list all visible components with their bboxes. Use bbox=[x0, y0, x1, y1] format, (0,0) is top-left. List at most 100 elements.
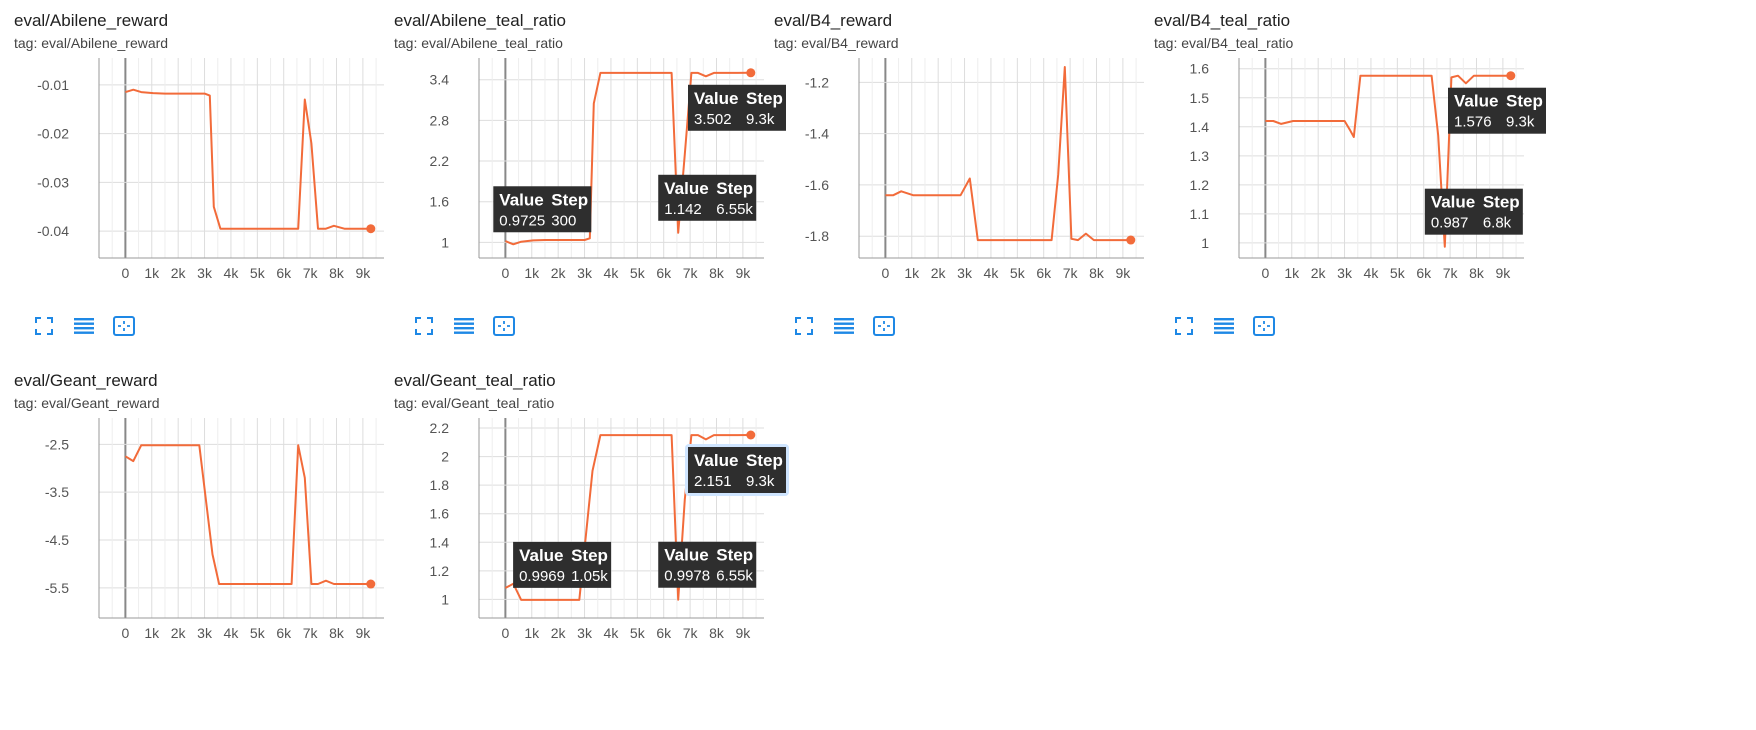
x-tick-label: 1k bbox=[524, 625, 540, 641]
data-table-button[interactable] bbox=[444, 314, 484, 342]
x-tick-label: 1k bbox=[144, 265, 160, 281]
y-tick-label: 1.4 bbox=[430, 534, 450, 550]
y-tick-label: 1 bbox=[441, 234, 449, 250]
data-table-button[interactable] bbox=[1204, 314, 1244, 342]
expand-button[interactable] bbox=[24, 314, 64, 342]
value-tooltip: Value Step 0.9969 1.05k bbox=[513, 541, 612, 588]
series-line bbox=[124, 444, 371, 585]
line-chart[interactable]: 0 1k 2k 3k 4k 5k 6k 7k 8k 9k -0.01 -0.02 -0.03 -0.04 bbox=[14, 0, 414, 310]
y-tick-label: -0.01 bbox=[37, 77, 69, 93]
tooltip-step-header: Step bbox=[1483, 193, 1520, 212]
line-chart[interactable]: 0 1k 2k 3k 4k 5k 6k 7k 8k 9k 1 1.6 2.2 2.8 3.4 Value Ste… bbox=[394, 0, 794, 310]
tooltip-step-header: Step bbox=[716, 179, 753, 198]
y-tick-label: 1.4 bbox=[1190, 119, 1210, 135]
x-tick-label: 1k bbox=[524, 265, 540, 281]
x-tick-label: 6k bbox=[1416, 265, 1432, 281]
fit-domain-button[interactable] bbox=[104, 314, 144, 342]
x-tick-label: 9k bbox=[1495, 265, 1511, 281]
fit-domain-icon bbox=[112, 315, 136, 342]
x-tick-label: 9k bbox=[735, 265, 751, 281]
x-tick-label: 1k bbox=[144, 625, 160, 641]
x-tick-label: 4k bbox=[604, 265, 620, 281]
x-tick-label: 3k bbox=[577, 265, 593, 281]
y-tick-label: 1.6 bbox=[430, 194, 450, 210]
x-tick-label: 5k bbox=[630, 265, 646, 281]
card-toolbar bbox=[24, 314, 144, 342]
last-point-marker[interactable] bbox=[1506, 71, 1516, 81]
y-tick-label: -0.04 bbox=[37, 223, 69, 239]
value-tooltip: Value Step 1.142 6.55k bbox=[658, 174, 757, 221]
expand-icon bbox=[414, 316, 434, 341]
tooltip-value-header: Value bbox=[1431, 193, 1475, 212]
x-tick-label: 2k bbox=[1311, 265, 1327, 281]
tooltip-step-header: Step bbox=[571, 546, 608, 565]
expand-button[interactable] bbox=[404, 314, 444, 342]
line-chart[interactable]: 0 1k 2k 3k 4k 5k 6k 7k 8k 9k -1.2 -1.4 -1.6 -1.8 bbox=[774, 0, 1174, 310]
series-line bbox=[125, 88, 371, 230]
fit-domain-button[interactable] bbox=[864, 314, 904, 342]
tooltip-step: 9.3k bbox=[1506, 114, 1535, 131]
tooltip-step-header: Step bbox=[551, 190, 588, 209]
y-tick-label: -0.03 bbox=[37, 174, 69, 190]
x-tick-label: 3k bbox=[577, 625, 593, 641]
x-tick-label: 6k bbox=[276, 265, 292, 281]
x-tick-label: 9k bbox=[355, 265, 371, 281]
last-point-marker[interactable] bbox=[366, 224, 376, 234]
tooltip-value: 0.9978 bbox=[664, 568, 710, 585]
tooltip-value: 3.502 bbox=[694, 111, 732, 128]
x-tick-label: 9k bbox=[355, 625, 371, 641]
scalar-card: eval/Geant_reward tag: eval/Geant_reward… bbox=[14, 360, 414, 730]
data-table-button[interactable] bbox=[824, 314, 864, 342]
last-point-marker[interactable] bbox=[1126, 235, 1136, 245]
tooltip-value-header: Value bbox=[664, 546, 708, 565]
tooltip-value-header: Value bbox=[519, 546, 563, 565]
y-tick-label: 1.6 bbox=[430, 506, 450, 522]
value-tooltip: Value Step3.502 9.3k bbox=[688, 84, 786, 131]
expand-icon bbox=[34, 316, 54, 341]
y-tick-label: 3.4 bbox=[430, 72, 450, 88]
tooltip-value: 1.142 bbox=[664, 201, 702, 218]
x-tick-label: 0 bbox=[881, 265, 889, 281]
x-tick-label: 9k bbox=[735, 625, 751, 641]
x-tick-label: 8k bbox=[329, 265, 345, 281]
line-chart[interactable]: 0 1k 2k 3k 4k 5k 6k 7k 8k 9k 1 1.1 1.2 1.3 1.4 1.5 1.6 Va… bbox=[1154, 0, 1554, 310]
tooltip-value-header: Value bbox=[1454, 92, 1498, 111]
line-chart[interactable]: 0 1k 2k 3k 4k 5k 6k 7k 8k 9k 1 1.2 1.4 1.6 1.8 2 2.2 Valu… bbox=[394, 360, 794, 670]
fit-domain-button[interactable] bbox=[484, 314, 524, 342]
y-tick-label: 1.2 bbox=[1190, 177, 1210, 193]
last-point-marker[interactable] bbox=[746, 430, 756, 440]
scalar-card: eval/Abilene_reward tag: eval/Abilene_re… bbox=[14, 0, 414, 370]
y-tick-label: 1 bbox=[1201, 235, 1209, 251]
tooltip-value-header: Value bbox=[694, 451, 738, 470]
x-tick-label: 7k bbox=[303, 265, 319, 281]
x-tick-label: 9k bbox=[1115, 265, 1131, 281]
data-table-button[interactable] bbox=[64, 314, 104, 342]
x-tick-label: 5k bbox=[250, 265, 266, 281]
tooltip-step-header: Step bbox=[716, 546, 753, 565]
expand-icon bbox=[1174, 316, 1194, 341]
last-point-marker[interactable] bbox=[366, 579, 376, 589]
tooltip-step: 6.8k bbox=[1483, 215, 1512, 232]
y-tick-label: 1.8 bbox=[430, 477, 450, 493]
y-tick-label: 2.2 bbox=[430, 153, 450, 169]
x-tick-label: 0 bbox=[121, 265, 129, 281]
x-tick-label: 0 bbox=[121, 625, 129, 641]
line-chart[interactable]: 0 1k 2k 3k 4k 5k 6k 7k 8k 9k -2.5 -3.5 -4.5 -5.5 bbox=[14, 360, 414, 670]
x-tick-label: 2k bbox=[551, 625, 567, 641]
tooltip-step: 9.3k bbox=[746, 111, 775, 128]
x-tick-label: 1k bbox=[904, 265, 920, 281]
card-toolbar bbox=[1164, 314, 1284, 342]
tooltip-value-header: Value bbox=[499, 190, 543, 209]
data-table-icon bbox=[1213, 316, 1235, 341]
y-tick-label: 1.6 bbox=[1190, 61, 1210, 77]
expand-button[interactable] bbox=[1164, 314, 1204, 342]
y-tick-label: -1.4 bbox=[805, 126, 829, 142]
x-tick-label: 5k bbox=[1010, 265, 1026, 281]
fit-domain-button[interactable] bbox=[1244, 314, 1284, 342]
expand-button[interactable] bbox=[784, 314, 824, 342]
x-tick-label: 4k bbox=[604, 625, 620, 641]
tooltip-step: 300 bbox=[551, 212, 576, 229]
x-tick-label: 6k bbox=[656, 265, 672, 281]
y-tick-label: 2 bbox=[441, 449, 449, 465]
last-point-marker[interactable] bbox=[746, 68, 756, 78]
